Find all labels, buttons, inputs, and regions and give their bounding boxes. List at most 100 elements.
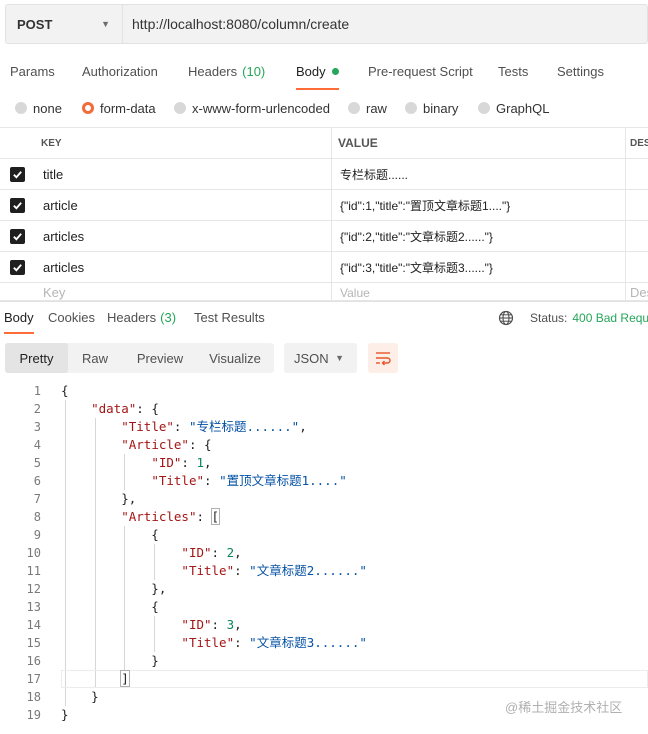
code-text: "Title": "置顶文章标题1...."	[151, 473, 347, 488]
json-key: "data"	[91, 401, 137, 416]
tab-label: Tests	[498, 63, 529, 79]
json-key: "Title"	[121, 419, 174, 434]
url-input[interactable]: http://localhost:8080/column/create	[123, 5, 647, 43]
response-tab-headers[interactable]: Headers (3)	[107, 302, 176, 333]
code-text: "ID": 2,	[181, 545, 242, 560]
param-description[interactable]	[626, 221, 648, 251]
json-key: "Title"	[181, 563, 235, 578]
tab-label: Settings	[557, 63, 604, 79]
tab-pre-request-script[interactable]: Pre-request Script	[368, 52, 473, 90]
status-value[interactable]: 400 Bad Request	[572, 311, 648, 325]
row-check-cell	[0, 283, 35, 300]
tab-label: Params	[10, 63, 55, 79]
radio-binary[interactable]: binary	[405, 101, 458, 116]
column-header-description: DESCRIPTION	[630, 137, 648, 149]
line-number: 5	[33, 456, 41, 470]
json-number: 2	[226, 545, 235, 560]
json-string: "置顶文章标题1...."	[219, 473, 347, 488]
tab-label: Headers	[107, 310, 157, 325]
code-text: ]	[61, 670, 130, 688]
code-text: "Articles": [	[121, 508, 221, 525]
tab-label: Cookies	[48, 310, 95, 325]
view-pretty-button[interactable]: Pretty	[5, 343, 68, 373]
code-line: 9 {	[0, 526, 648, 544]
view-visualize-button[interactable]: Visualize	[204, 343, 266, 373]
param-key[interactable]: title	[35, 159, 332, 189]
radio-circle-icon	[174, 102, 186, 114]
response-body-code[interactable]: 1{ 2 "data": { 3 "Title": "专栏标题......", …	[0, 382, 648, 724]
line-number: 14	[26, 618, 41, 632]
param-description[interactable]	[626, 159, 648, 189]
view-raw-button[interactable]: Raw	[73, 343, 117, 373]
code-text: }	[61, 707, 69, 722]
code-text: }	[61, 689, 99, 704]
watermark: @稀土掘金技术社区	[505, 700, 623, 715]
new-description-input[interactable]: Description	[626, 283, 648, 300]
code-text: }	[61, 653, 159, 668]
tab-settings[interactable]: Settings	[557, 52, 604, 90]
code-line: 2 "data": {	[0, 400, 648, 418]
code-text: "Article": {	[121, 437, 212, 452]
response-tab-body[interactable]: Body	[4, 302, 34, 334]
checkbox-checked[interactable]	[10, 259, 25, 275]
checkbox-checked[interactable]	[10, 166, 25, 182]
view-preview-button[interactable]: Preview	[129, 343, 191, 373]
chevron-down-icon: ▼	[101, 19, 110, 29]
row-check-cell	[0, 190, 35, 220]
param-key[interactable]: articles	[35, 252, 332, 282]
tab-params[interactable]: Params	[10, 52, 55, 90]
response-status: Status: 400 Bad Request	[498, 302, 648, 333]
param-description[interactable]	[626, 190, 648, 220]
wrap-lines-button[interactable]	[368, 343, 398, 373]
param-value[interactable]: {"id":1,"title":"置顶文章标题1...."}	[332, 190, 626, 220]
radio-form-data[interactable]: form-data	[82, 101, 156, 116]
format-label: JSON	[294, 350, 329, 366]
radio-raw[interactable]: raw	[348, 101, 387, 116]
table-header-row: KEY VALUE DESCRIPTION	[0, 128, 648, 159]
line-number: 3	[33, 420, 41, 434]
line-number: 13	[26, 600, 41, 614]
response-tab-cookies[interactable]: Cookies	[48, 302, 95, 333]
code-text: {	[61, 383, 69, 398]
line-number: 9	[33, 528, 41, 542]
code-line: 3 "Title": "专栏标题......",	[0, 418, 648, 436]
line-number: 17	[26, 672, 41, 686]
tab-label: Headers	[188, 63, 238, 79]
body-type-radio-group: none form-data x-www-form-urlencoded raw…	[0, 97, 648, 119]
method-select[interactable]: POST ▼	[6, 5, 123, 43]
tab-label: Authorization	[82, 63, 158, 79]
checkbox-checked[interactable]	[10, 228, 25, 244]
new-value-input[interactable]: Value	[332, 283, 626, 300]
view-mode-group: Pretty Raw Preview Visualize	[5, 343, 274, 373]
tab-authorization[interactable]: Authorization	[82, 52, 158, 90]
param-value[interactable]: {"id":3,"title":"文章标题3......"}	[332, 252, 626, 282]
code-line: 13 {	[0, 598, 648, 616]
param-value[interactable]: {"id":2,"title":"文章标题2......"}	[332, 221, 626, 251]
row-check-cell	[0, 159, 35, 189]
tab-headers[interactable]: Headers (10)	[188, 52, 265, 90]
radio-x-www-form-urlencoded[interactable]: x-www-form-urlencoded	[174, 101, 330, 116]
param-key[interactable]: articles	[35, 221, 332, 251]
param-key[interactable]: article	[35, 190, 332, 220]
param-description[interactable]	[626, 252, 648, 282]
table-row: article {"id":1,"title":"置顶文章标题1...."}	[0, 190, 648, 221]
json-number: 3	[226, 617, 235, 632]
format-select[interactable]: JSON ▼	[284, 343, 357, 373]
json-string: "文章标题3......"	[249, 635, 367, 650]
checkbox-checked[interactable]	[10, 197, 25, 213]
radio-graphql[interactable]: GraphQL	[478, 101, 549, 116]
tab-body[interactable]: Body	[296, 52, 339, 90]
globe-icon[interactable]	[498, 310, 514, 326]
new-key-input[interactable]: Key	[35, 283, 332, 300]
radio-none[interactable]: none	[15, 101, 62, 116]
tab-tests[interactable]: Tests	[498, 52, 528, 90]
code-line: 17 ]	[0, 670, 648, 688]
code-text: "Title": "专栏标题......",	[121, 419, 307, 434]
line-number: 18	[26, 690, 41, 704]
tab-label: Body	[4, 310, 34, 325]
json-string: "文章标题2......"	[249, 563, 367, 578]
code-line: 12 },	[0, 580, 648, 598]
param-value[interactable]: 专栏标题......	[332, 159, 626, 189]
radio-label: GraphQL	[496, 100, 550, 116]
response-tab-test-results[interactable]: Test Results	[194, 302, 265, 333]
